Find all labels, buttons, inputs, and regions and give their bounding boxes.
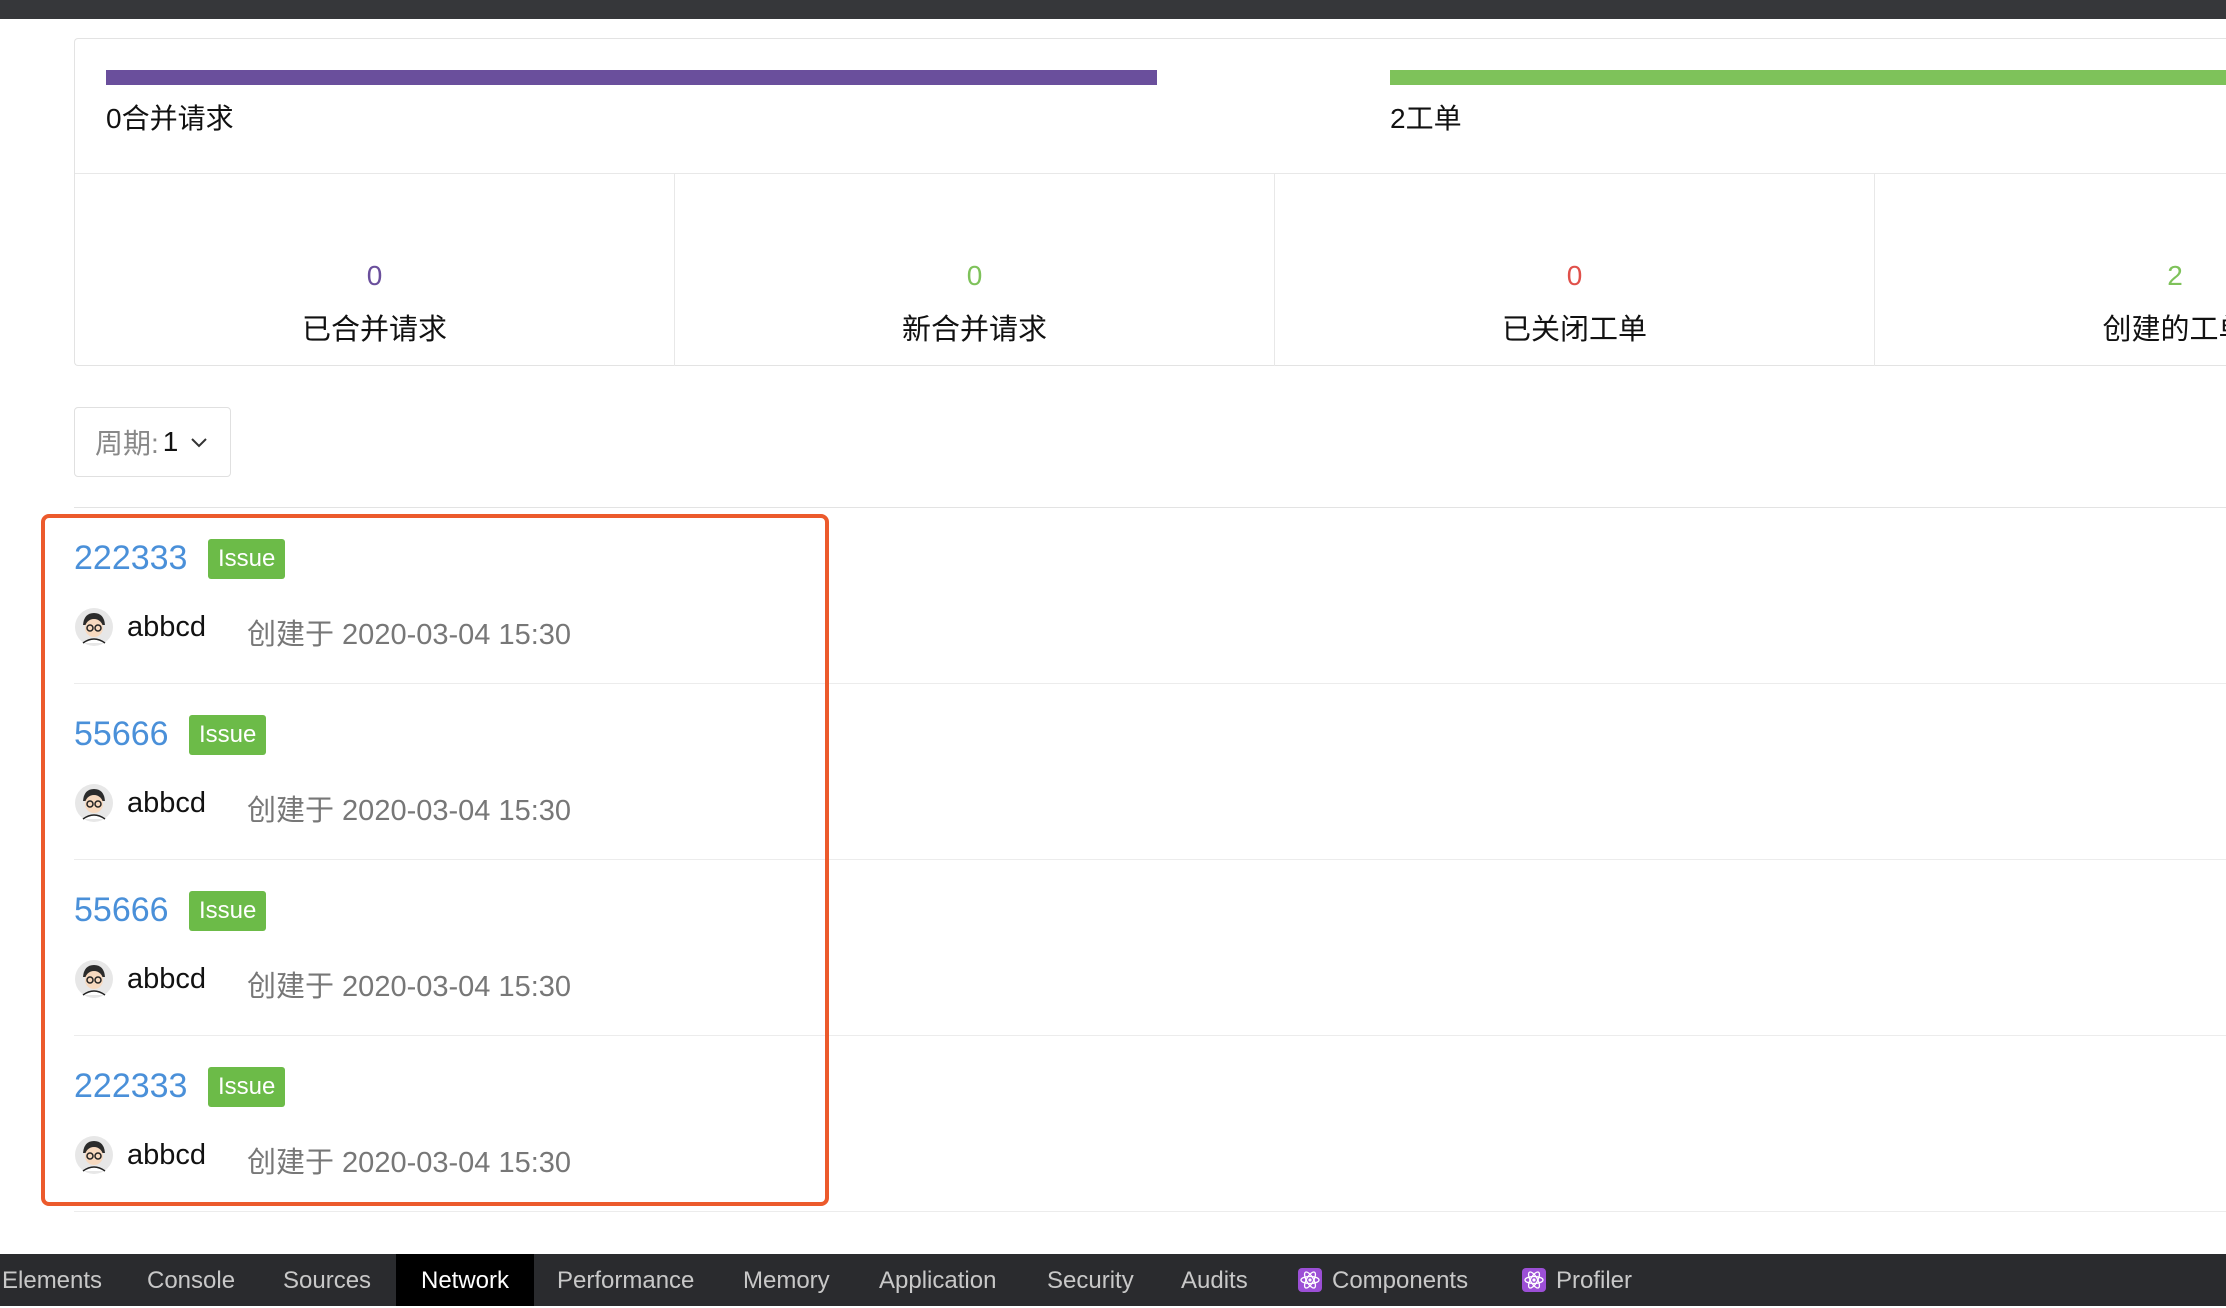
period-value: 1 — [162, 426, 179, 457]
stat-value: 2 — [2167, 260, 2183, 291]
avatar-icon — [75, 1136, 113, 1174]
stat-value: 0 — [1566, 260, 1583, 291]
issue-title-link[interactable]: 55666 — [74, 715, 169, 754]
avatar-icon — [75, 960, 113, 998]
merge-request-bar-label: 0合并请求 — [106, 103, 234, 134]
browser-top-strip — [0, 0, 2226, 19]
tab-network[interactable]: Network — [396, 1254, 534, 1306]
tab-profiler-label: Profiler — [1556, 1267, 1633, 1294]
stat-value: 0 — [966, 260, 983, 291]
tab-console[interactable]: Console — [147, 1254, 235, 1306]
period-select[interactable]: 周期: 1 — [74, 407, 231, 477]
period-label: 周期: — [95, 428, 159, 459]
created-timestamp: 创建于 2020-03-04 15:30 — [247, 1147, 572, 1179]
avatar-icon — [75, 784, 113, 822]
created-timestamp: 创建于 2020-03-04 15:30 — [247, 795, 572, 827]
issue-tag-badge: Issue — [208, 539, 286, 579]
tab-profiler[interactable]: Profiler — [1522, 1254, 1632, 1306]
merge-request-progress-bar — [106, 70, 1157, 85]
react-icon — [1298, 1267, 1322, 1292]
issue-title-link[interactable]: 55666 — [74, 891, 169, 930]
author-name: abbcd — [127, 963, 207, 995]
issue-bar-label: 2工单 — [1390, 103, 1462, 134]
chevron-down-icon — [191, 438, 208, 448]
tab-sources[interactable]: Sources — [283, 1254, 371, 1306]
issue-progress-bar — [1390, 70, 2226, 85]
issue-title-link[interactable]: 222333 — [74, 1067, 187, 1106]
tab-application[interactable]: Application — [879, 1254, 996, 1306]
tab-security[interactable]: Security — [1047, 1254, 1134, 1306]
created-timestamp: 创建于 2020-03-04 15:30 — [247, 619, 572, 651]
tab-components[interactable]: Components — [1298, 1254, 1468, 1306]
stat-merged-requests: 0 已合并请求 — [75, 174, 675, 366]
stat-label: 已关闭工单 — [1501, 314, 1647, 346]
issue-tag-badge: Issue — [189, 715, 267, 755]
tab-elements[interactable]: Elements — [2, 1254, 102, 1306]
progress-section: 0合并请求 2工单 — [75, 39, 2226, 174]
author-name: abbcd — [127, 611, 207, 643]
devtools-tab-bar: Elements Console Sources Network Perform… — [0, 1254, 2226, 1306]
tab-performance[interactable]: Performance — [557, 1254, 694, 1306]
stat-created-issues: 2 创建的工单 — [1875, 174, 2226, 366]
tab-components-label: Components — [1332, 1267, 1469, 1294]
list-item: 222333 Issue abbcd 创建于 2020-03-04 15:30 — [74, 1036, 2226, 1212]
author-name: abbcd — [127, 787, 207, 819]
stat-label: 已合并请求 — [301, 314, 447, 346]
list-item: 55666 Issue abbcd 创建于 2020-03-04 15:30 — [74, 684, 2226, 860]
author-name: abbcd — [127, 1139, 207, 1171]
stat-closed-issues: 0 已关闭工单 — [1275, 174, 1875, 366]
issue-title-link[interactable]: 222333 — [74, 539, 187, 578]
tab-audits[interactable]: Audits — [1181, 1254, 1248, 1306]
stat-label: 创建的工单 — [2102, 314, 2226, 346]
summary-card: 0合并请求 2工单 0 已合并请求 0 新合并请求 0 已关闭工单 2 创建的工… — [74, 38, 2226, 366]
avatar-icon — [75, 608, 113, 646]
stat-label: 新合并请求 — [901, 314, 1047, 346]
react-icon — [1522, 1267, 1546, 1292]
issue-tag-badge: Issue — [208, 1067, 286, 1107]
created-timestamp: 创建于 2020-03-04 15:30 — [247, 971, 572, 1003]
tab-memory[interactable]: Memory — [743, 1254, 830, 1306]
list-item: 55666 Issue abbcd 创建于 2020-03-04 15:30 — [74, 860, 2226, 1036]
issue-tag-badge: Issue — [189, 891, 267, 931]
list-item: 222333 Issue abbcd 创建于 2020-03-04 15:30 — [74, 508, 2226, 684]
stat-value: 0 — [366, 260, 383, 291]
stat-new-merge-requests: 0 新合并请求 — [675, 174, 1275, 366]
